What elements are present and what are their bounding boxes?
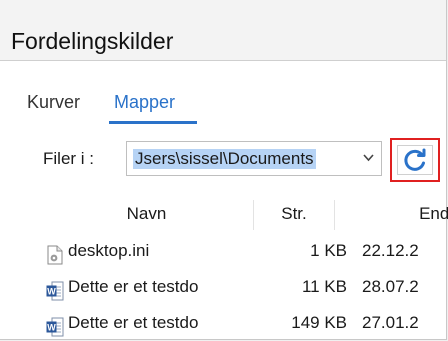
file-size: 11 KB <box>301 277 347 296</box>
column-header-name[interactable]: Navn <box>40 196 253 232</box>
title-bar: Fordelingskilder <box>0 0 446 61</box>
file-modified-date: 27.01.2 <box>362 313 419 332</box>
file-name: desktop.ini <box>68 241 150 260</box>
svg-text:W: W <box>47 323 56 333</box>
file-name-cell: desktop.ini <box>40 233 254 269</box>
tab-mapper[interactable]: Mapper <box>114 91 175 113</box>
word-document-icon: W <box>46 314 64 337</box>
window-title: Fordelingskilder <box>11 28 174 54</box>
refresh-icon <box>404 148 426 171</box>
refresh-button-face[interactable] <box>397 145 433 175</box>
refresh-button[interactable] <box>390 138 440 182</box>
file-name: Dette er et testdo <box>68 313 199 332</box>
table-row[interactable]: desktop.ini 1 KB 22.12.2 <box>40 233 448 269</box>
distribution-sources-window: Fordelingskilder Kurver Mapper Filer i :… <box>0 0 448 341</box>
file-size: 1 KB <box>310 241 347 260</box>
file-modified-date: 22.12.2 <box>362 241 419 260</box>
svg-text:W: W <box>47 287 56 297</box>
file-table: Navn Str. Endr desktop.ini 1 KB 22.12.2 <box>40 196 448 341</box>
folder-path-value[interactable]: Jsers\sissel\Documents <box>133 149 316 169</box>
files-in-label: Filer i : <box>43 149 94 168</box>
file-name: Dette er et testdo <box>68 277 199 296</box>
file-size: 149 KB <box>291 313 347 332</box>
table-row[interactable]: W Dette er et testdo 149 KB 27.01.2 <box>40 305 448 341</box>
column-header-size[interactable]: Str. <box>254 196 334 232</box>
file-name-cell: W Dette er et testdo <box>40 269 254 305</box>
chevron-down-icon[interactable] <box>363 151 374 165</box>
folder-path-combobox[interactable]: Jsers\sissel\Documents <box>126 141 382 176</box>
file-name-cell: W Dette er et testdo <box>40 305 254 341</box>
file-modified-date: 28.07.2 <box>362 277 419 296</box>
word-document-icon: W <box>46 278 64 301</box>
active-tab-indicator <box>109 121 197 124</box>
column-header-modified[interactable]: Endr <box>335 196 448 232</box>
tab-kurver[interactable]: Kurver <box>27 91 80 113</box>
settings-file-icon <box>46 242 64 265</box>
table-row[interactable]: W Dette er et testdo 11 KB 28.07.2 <box>40 269 448 305</box>
